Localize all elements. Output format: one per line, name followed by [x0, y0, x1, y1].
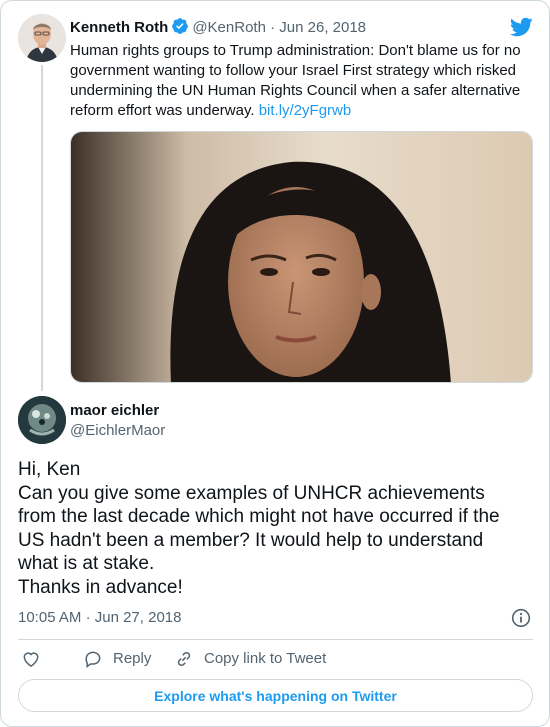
- tweet-actions: Reply Copy link to Tweet: [18, 649, 533, 671]
- tweet-text-line: Thanks in advance!: [18, 576, 183, 598]
- parent-tweet[interactable]: Kenneth Roth @KenRoth · Jun 26, 2018 Huma…: [1, 1, 549, 391]
- separator-dot: ·: [85, 609, 91, 626]
- tweet-text-line: US hadn't been a member? It would help t…: [18, 529, 484, 551]
- author-handle[interactable]: @EichlerMaor: [70, 421, 165, 441]
- author-name[interactable]: maor eichler: [70, 401, 159, 421]
- copy-link-label: Copy link to Tweet: [204, 650, 327, 667]
- verified-badge-icon: [171, 17, 189, 41]
- author-name[interactable]: Kenneth Roth: [70, 19, 168, 36]
- parent-tweet-text: Human rights groups to Trump administrat…: [70, 41, 532, 121]
- tweet-link[interactable]: bit.ly/2yFgrwb: [259, 102, 352, 119]
- info-icon[interactable]: [511, 608, 531, 633]
- reply-label: Reply: [113, 650, 152, 667]
- divider: [18, 639, 533, 640]
- tweet-embed-card: Kenneth Roth @KenRoth · Jun 26, 2018 Huma…: [0, 0, 550, 727]
- author-handle[interactable]: @KenRoth: [192, 19, 266, 36]
- reply-tweet-text: Hi, Ken Can you give some examples of UN…: [18, 458, 533, 600]
- speech-bubble-icon: [83, 649, 103, 669]
- tweet-text-line: Can you give some examples of UNHCR achi…: [18, 482, 485, 504]
- parent-tweet-header: Kenneth Roth @KenRoth · Jun 26, 2018: [70, 17, 366, 41]
- reply-button[interactable]: Reply: [73, 649, 151, 669]
- tweet-text-line: from the last decade which might not hav…: [18, 506, 500, 528]
- tweet-timestamp[interactable]: 10:05 AM · Jun 27, 2018: [18, 608, 181, 628]
- tweet-date[interactable]: Jun 26, 2018: [279, 19, 366, 36]
- avatar[interactable]: [18, 396, 66, 444]
- avatar[interactable]: [18, 14, 66, 62]
- tweet-date: Jun 27, 2018: [94, 609, 182, 626]
- explore-button[interactable]: Explore what's happening on Twitter: [18, 679, 533, 712]
- tweet-photo[interactable]: [70, 131, 533, 383]
- link-icon: [174, 649, 194, 669]
- twitter-bird-icon[interactable]: [509, 15, 533, 44]
- copy-link-button[interactable]: Copy link to Tweet: [164, 649, 326, 669]
- like-button[interactable]: [21, 649, 41, 669]
- tweet-text-line: what is at stake.: [18, 553, 155, 575]
- separator-dot: ·: [270, 19, 276, 36]
- tweet-text-line: Hi, Ken: [18, 459, 81, 480]
- tweet-time: 10:05 AM: [18, 609, 82, 626]
- heart-icon: [21, 649, 41, 669]
- thread-line: [41, 65, 43, 391]
